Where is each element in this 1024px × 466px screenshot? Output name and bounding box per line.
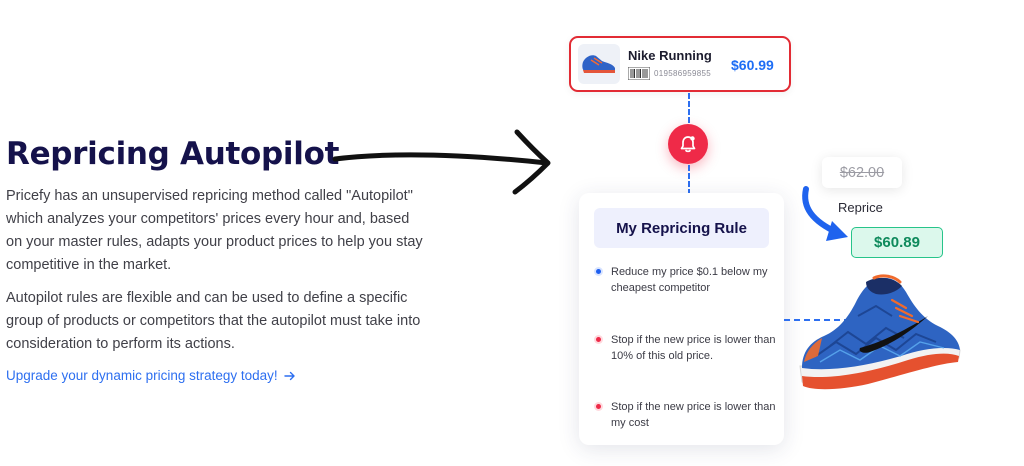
reprice-label: Reprice <box>838 200 883 215</box>
bell-icon <box>680 136 696 153</box>
rule-item: Stop if the new price is lower than 10% … <box>594 332 776 364</box>
rule-item-text: Stop if the new price is lower than 10% … <box>611 334 776 362</box>
rule-item-text: Stop if the new price is lower than my c… <box>611 401 776 429</box>
repricing-rule-card: My Repricing Rule Reduce my price $0.1 b… <box>579 193 784 445</box>
product-thumbnail <box>578 44 620 84</box>
connector-line-top <box>688 93 690 123</box>
description-paragraph-1: Pricefy has an unsupervised repricing me… <box>6 188 423 273</box>
rule-item: Reduce my price $0.1 below my cheapest c… <box>594 264 776 296</box>
barcode-icon <box>628 67 650 80</box>
old-price: $62.00 <box>839 164 885 181</box>
product-name: Nike Running <box>628 48 712 63</box>
alert-badge <box>668 124 708 164</box>
rule-card-header: My Repricing Rule <box>594 208 769 248</box>
upgrade-strategy-link[interactable]: Upgrade your dynamic pricing strategy to… <box>6 368 296 383</box>
red-bullet-icon <box>594 402 603 411</box>
shoe-thumbnail-icon <box>582 55 615 73</box>
shoe-illustration <box>799 274 961 390</box>
product-card[interactable]: Nike Running 019586959855 $60.99 <box>569 36 791 92</box>
product-price: $60.99 <box>731 57 774 73</box>
new-price: $60.89 <box>874 234 920 251</box>
upgrade-strategy-link-label: Upgrade your dynamic pricing strategy to… <box>6 368 278 383</box>
product-barcode-number: 019586959855 <box>654 69 711 78</box>
description-paragraph-2: Autopilot rules are flexible and can be … <box>6 290 421 352</box>
new-price-badge: $60.89 <box>851 227 943 258</box>
rule-item-text: Reduce my price $0.1 below my cheapest c… <box>611 266 768 294</box>
arrow-right-icon <box>283 371 295 380</box>
page-title: Repricing Autopilot <box>6 136 340 172</box>
hand-drawn-arrow-icon <box>332 129 551 195</box>
rule-item: Stop if the new price is lower than my c… <box>594 399 776 431</box>
old-price-badge: $62.00 <box>822 157 902 188</box>
connector-line-middle <box>688 165 690 195</box>
red-bullet-icon <box>594 335 603 344</box>
blue-bullet-icon <box>594 267 603 276</box>
rule-card-title: My Repricing Rule <box>616 219 747 237</box>
